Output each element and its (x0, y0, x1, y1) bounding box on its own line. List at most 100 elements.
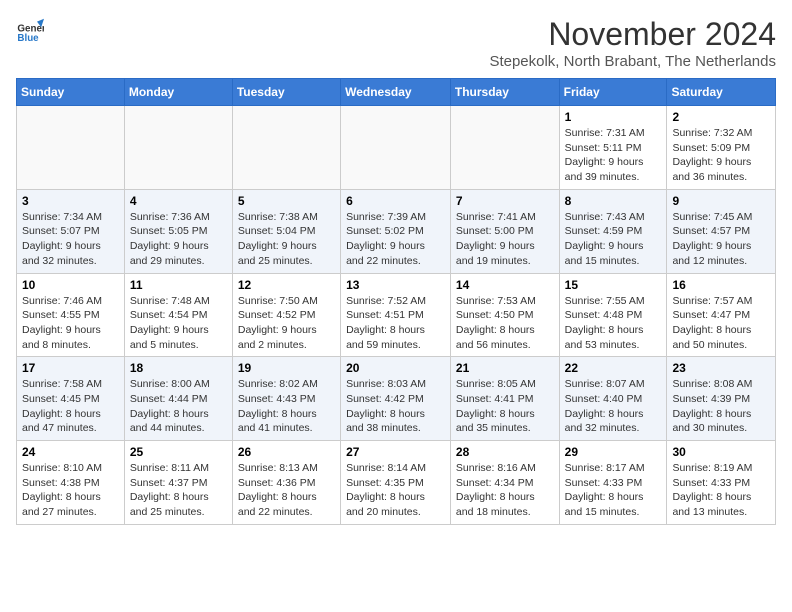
day-number: 11 (130, 278, 227, 292)
day-number: 18 (130, 361, 227, 375)
calendar-cell: 14 Sunrise: 7:53 AM Sunset: 4:50 PM Dayli… (450, 273, 559, 357)
day-number: 7 (456, 194, 554, 208)
calendar-cell: 20 Sunrise: 8:03 AM Sunset: 4:42 PM Dayli… (341, 357, 451, 441)
day-number: 20 (346, 361, 445, 375)
day-number: 26 (238, 445, 335, 459)
calendar-cell: 16 Sunrise: 7:57 AM Sunset: 4:47 PM Dayli… (667, 273, 776, 357)
month-title: November 2024 (489, 16, 776, 53)
day-info: Sunrise: 8:07 AM Sunset: 4:40 PM Dayligh… (565, 377, 662, 436)
day-info: Sunrise: 8:03 AM Sunset: 4:42 PM Dayligh… (346, 377, 445, 436)
day-number: 17 (22, 361, 119, 375)
calendar-cell: 9 Sunrise: 7:45 AM Sunset: 4:57 PM Daylig… (667, 189, 776, 273)
day-number: 19 (238, 361, 335, 375)
calendar-cell: 19Sunrise: 8:02 AM Sunset: 4:43 PM Dayli… (232, 357, 340, 441)
weekday-header-thursday: Thursday (450, 79, 559, 106)
day-info: Sunrise: 7:36 AM Sunset: 5:05 PM Dayligh… (130, 210, 227, 269)
day-number: 24 (22, 445, 119, 459)
calendar-cell (17, 106, 125, 190)
calendar-week-row: 17 Sunrise: 7:58 AM Sunset: 4:45 PM Dayli… (17, 357, 776, 441)
day-info: Sunrise: 7:45 AM Sunset: 4:57 PM Dayligh… (672, 210, 770, 269)
day-info: Sunrise: 8:11 AM Sunset: 4:37 PM Dayligh… (130, 461, 227, 520)
calendar-cell: 21Sunrise: 8:05 AM Sunset: 4:41 PM Dayli… (450, 357, 559, 441)
logo-icon: General Blue (16, 16, 44, 44)
day-info: Sunrise: 7:46 AM Sunset: 4:55 PM Dayligh… (22, 294, 119, 353)
day-number: 14 (456, 278, 554, 292)
calendar-table: SundayMondayTuesdayWednesdayThursdayFrid… (16, 78, 776, 525)
header: General Blue November 2024 Stepekolk, No… (16, 16, 776, 70)
calendar-cell: 30 Sunrise: 8:19 AM Sunset: 4:33 PM Dayli… (667, 441, 776, 525)
day-info: Sunrise: 7:57 AM Sunset: 4:47 PM Dayligh… (672, 294, 770, 353)
calendar-cell: 22 Sunrise: 8:07 AM Sunset: 4:40 PM Dayli… (559, 357, 667, 441)
calendar-cell: 29Sunrise: 8:17 AM Sunset: 4:33 PM Dayli… (559, 441, 667, 525)
day-info: Sunrise: 8:05 AM Sunset: 4:41 PM Dayligh… (456, 377, 554, 436)
weekday-header-saturday: Saturday (667, 79, 776, 106)
calendar-cell (124, 106, 232, 190)
calendar-week-row: 1Sunrise: 7:31 AM Sunset: 5:11 PM Daylig… (17, 106, 776, 190)
calendar-cell (341, 106, 451, 190)
calendar-cell: 25 Sunrise: 8:11 AM Sunset: 4:37 PM Dayli… (124, 441, 232, 525)
day-info: Sunrise: 8:14 AM Sunset: 4:35 PM Dayligh… (346, 461, 445, 520)
day-number: 1 (565, 110, 662, 124)
calendar-cell (450, 106, 559, 190)
calendar-cell: 6 Sunrise: 7:39 AM Sunset: 5:02 PM Daylig… (341, 189, 451, 273)
weekday-header-wednesday: Wednesday (341, 79, 451, 106)
day-number: 9 (672, 194, 770, 208)
calendar-cell: 10 Sunrise: 7:46 AM Sunset: 4:55 PM Dayli… (17, 273, 125, 357)
day-info: Sunrise: 7:34 AM Sunset: 5:07 PM Dayligh… (22, 210, 119, 269)
calendar-cell: 28 Sunrise: 8:16 AM Sunset: 4:34 PM Dayli… (450, 441, 559, 525)
day-number: 27 (346, 445, 445, 459)
day-number: 16 (672, 278, 770, 292)
day-info: Sunrise: 8:19 AM Sunset: 4:33 PM Dayligh… (672, 461, 770, 520)
day-number: 4 (130, 194, 227, 208)
calendar-cell: 27 Sunrise: 8:14 AM Sunset: 4:35 PM Dayli… (341, 441, 451, 525)
day-number: 8 (565, 194, 662, 208)
weekday-header-row: SundayMondayTuesdayWednesdayThursdayFrid… (17, 79, 776, 106)
day-info: Sunrise: 7:53 AM Sunset: 4:50 PM Dayligh… (456, 294, 554, 353)
day-number: 10 (22, 278, 119, 292)
calendar-cell: 1Sunrise: 7:31 AM Sunset: 5:11 PM Daylig… (559, 106, 667, 190)
day-number: 2 (672, 110, 770, 124)
weekday-header-monday: Monday (124, 79, 232, 106)
day-number: 15 (565, 278, 662, 292)
day-info: Sunrise: 8:00 AM Sunset: 4:44 PM Dayligh… (130, 377, 227, 436)
calendar-cell: 5Sunrise: 7:38 AM Sunset: 5:04 PM Daylig… (232, 189, 340, 273)
title-area: November 2024 Stepekolk, North Brabant, … (489, 16, 776, 70)
day-info: Sunrise: 7:48 AM Sunset: 4:54 PM Dayligh… (130, 294, 227, 353)
calendar-cell: 8 Sunrise: 7:43 AM Sunset: 4:59 PM Daylig… (559, 189, 667, 273)
calendar-cell (232, 106, 340, 190)
day-number: 25 (130, 445, 227, 459)
calendar-cell: 11 Sunrise: 7:48 AM Sunset: 4:54 PM Dayli… (124, 273, 232, 357)
day-info: Sunrise: 7:58 AM Sunset: 4:45 PM Dayligh… (22, 377, 119, 436)
day-number: 30 (672, 445, 770, 459)
day-info: Sunrise: 7:39 AM Sunset: 5:02 PM Dayligh… (346, 210, 445, 269)
day-number: 23 (672, 361, 770, 375)
day-info: Sunrise: 8:16 AM Sunset: 4:34 PM Dayligh… (456, 461, 554, 520)
day-number: 22 (565, 361, 662, 375)
calendar-cell: 7 Sunrise: 7:41 AM Sunset: 5:00 PM Daylig… (450, 189, 559, 273)
day-info: Sunrise: 8:08 AM Sunset: 4:39 PM Dayligh… (672, 377, 770, 436)
day-info: Sunrise: 7:55 AM Sunset: 4:48 PM Dayligh… (565, 294, 662, 353)
day-number: 3 (22, 194, 119, 208)
day-number: 28 (456, 445, 554, 459)
calendar-cell: 18 Sunrise: 8:00 AM Sunset: 4:44 PM Dayli… (124, 357, 232, 441)
weekday-header-tuesday: Tuesday (232, 79, 340, 106)
calendar-cell: 15 Sunrise: 7:55 AM Sunset: 4:48 PM Dayli… (559, 273, 667, 357)
calendar-cell: 23 Sunrise: 8:08 AM Sunset: 4:39 PM Dayli… (667, 357, 776, 441)
day-info: Sunrise: 8:13 AM Sunset: 4:36 PM Dayligh… (238, 461, 335, 520)
day-number: 6 (346, 194, 445, 208)
calendar-week-row: 24Sunrise: 8:10 AM Sunset: 4:38 PM Dayli… (17, 441, 776, 525)
calendar-cell: 4 Sunrise: 7:36 AM Sunset: 5:05 PM Daylig… (124, 189, 232, 273)
day-info: Sunrise: 7:50 AM Sunset: 4:52 PM Dayligh… (238, 294, 335, 353)
calendar-cell: 26 Sunrise: 8:13 AM Sunset: 4:36 PM Dayli… (232, 441, 340, 525)
day-info: Sunrise: 8:17 AM Sunset: 4:33 PM Dayligh… (565, 461, 662, 520)
weekday-header-friday: Friday (559, 79, 667, 106)
day-info: Sunrise: 7:41 AM Sunset: 5:00 PM Dayligh… (456, 210, 554, 269)
weekday-header-sunday: Sunday (17, 79, 125, 106)
day-number: 5 (238, 194, 335, 208)
calendar-cell: 12 Sunrise: 7:50 AM Sunset: 4:52 PM Dayli… (232, 273, 340, 357)
day-info: Sunrise: 7:43 AM Sunset: 4:59 PM Dayligh… (565, 210, 662, 269)
day-number: 12 (238, 278, 335, 292)
calendar-week-row: 10 Sunrise: 7:46 AM Sunset: 4:55 PM Dayli… (17, 273, 776, 357)
calendar-cell: 2Sunrise: 7:32 AM Sunset: 5:09 PM Daylig… (667, 106, 776, 190)
calendar-week-row: 3 Sunrise: 7:34 AM Sunset: 5:07 PM Daylig… (17, 189, 776, 273)
